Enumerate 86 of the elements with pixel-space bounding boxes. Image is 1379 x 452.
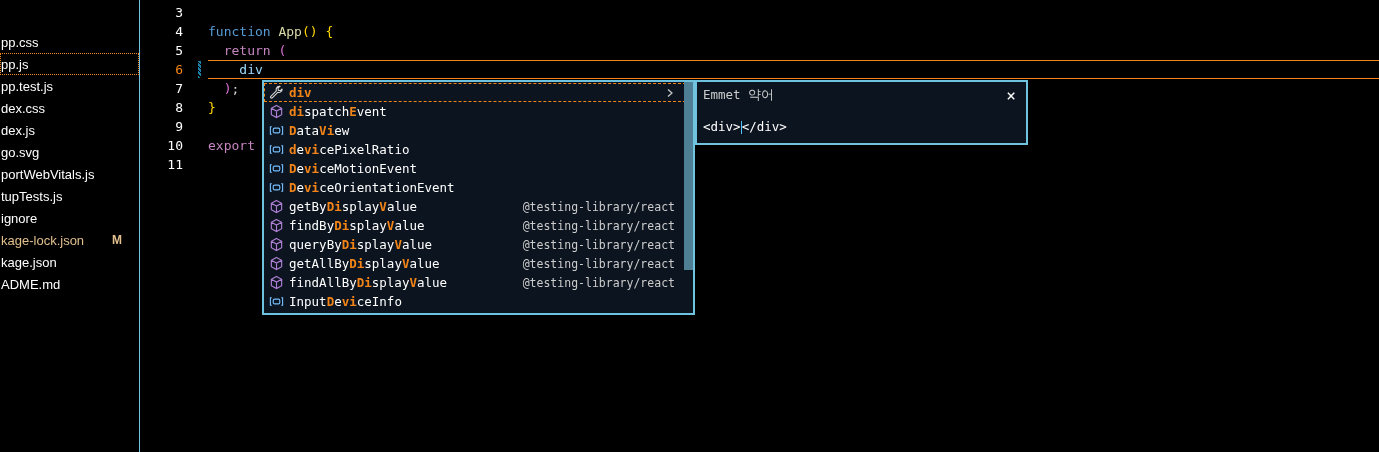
code-line: return ( [222, 43, 287, 58]
suggestion-source: @testing-library/react [522, 275, 675, 290]
cube-icon [269, 104, 284, 119]
suggestion-label: DataView [289, 123, 351, 138]
details-title: Emmet 약어 [703, 87, 775, 104]
file-item[interactable]: go.svg [0, 141, 139, 163]
file-name: ADME.md [1, 276, 61, 292]
file-name: go.svg [1, 144, 40, 160]
suggestion-label: findAllByDisplayValue [289, 275, 449, 290]
file-name: kage.json [1, 254, 57, 270]
line-number: 6 [174, 62, 183, 77]
file-item[interactable]: kage.json [0, 251, 139, 273]
file-item[interactable]: dex.js [0, 119, 139, 141]
file-item[interactable]: pp.js [0, 53, 139, 75]
suggestion-item[interactable]: DeviceMotionEvent [264, 159, 686, 178]
suggestion-item[interactable]: dispatchEvent [264, 102, 686, 121]
suggestion-item[interactable]: DataView [264, 121, 686, 140]
suggestion-label: dispatchEvent [289, 104, 388, 119]
suggestion-source: @testing-library/react [522, 199, 675, 214]
snippet-preview: <div></div> [703, 119, 788, 134]
file-name: pp.css [1, 34, 39, 50]
suggestion-item[interactable]: getAllByDisplayValue @testing-library/react [264, 254, 686, 273]
line-number: 10 [166, 138, 183, 153]
suggestion-item[interactable]: getByDisplayValue @testing-library/react [264, 197, 686, 216]
file-name: pp.test.js [1, 78, 54, 94]
file-item[interactable]: tupTests.js [0, 185, 139, 207]
variable-icon [269, 180, 284, 195]
chevron-right-icon[interactable] [665, 87, 675, 98]
variable-icon [269, 161, 284, 176]
file-item[interactable]: pp.css [0, 31, 139, 53]
suggestion-item[interactable]: DeviceOrientationEvent [264, 178, 686, 197]
suggestion-item[interactable]: InputDeviceInfo [264, 292, 686, 311]
file-item[interactable]: dex.css [0, 97, 139, 119]
variable-icon [269, 123, 284, 138]
suggestion-label: DeviceMotionEvent [289, 161, 418, 176]
suggestion-source: @testing-library/react [522, 237, 675, 252]
line-number: 3 [174, 5, 183, 20]
cube-icon [269, 256, 284, 271]
cube-icon [269, 275, 284, 290]
file-name: pp.js [1, 56, 29, 72]
suggestion-label: getByDisplayValue [289, 199, 418, 214]
file-name: ignore [1, 210, 38, 226]
line-number: 5 [174, 43, 183, 58]
suggestion-label: DeviceOrientationEvent [289, 180, 456, 195]
file-name: portWebVitals.js [1, 166, 95, 182]
file-item[interactable]: ignore [0, 207, 139, 229]
line-number: 4 [174, 24, 183, 39]
suggestion-label: devicePixelRatio [289, 142, 411, 157]
suggestion-item[interactable]: findByDisplayValue @testing-library/react [264, 216, 686, 235]
file-item[interactable]: portWebVitals.js [0, 163, 139, 185]
file-name: tupTests.js [1, 188, 63, 204]
file-name: dex.css [1, 100, 46, 116]
line-number: 11 [166, 157, 183, 172]
suggestion-label: findByDisplayValue [289, 218, 426, 233]
status-letter: M [112, 233, 122, 247]
code-line: export [208, 138, 255, 153]
suggestion-label: getAllByDisplayValue [289, 256, 441, 271]
cube-icon [269, 237, 284, 252]
suggestion-label: div [289, 85, 313, 100]
cube-icon [269, 218, 284, 233]
suggestion-item[interactable]: devicePixelRatio [264, 140, 686, 159]
code-line: function App() { [208, 24, 334, 39]
suggestion-source: @testing-library/react [522, 218, 675, 233]
wrench-icon [269, 85, 284, 100]
line-number: 9 [174, 119, 183, 134]
variable-icon [269, 142, 284, 157]
suggestion-label: queryByDisplayValue [289, 237, 434, 252]
suggestion-label: InputDeviceInfo [289, 294, 403, 309]
suggestion-item[interactable]: queryByDisplayValue @testing-library/react [264, 235, 686, 254]
suggestion-item[interactable]: findAllByDisplayValue @testing-library/react [264, 273, 686, 292]
scrollbar-thumb[interactable] [684, 82, 693, 270]
code-line: } [208, 100, 216, 115]
file-name: kage-lock.json [1, 232, 85, 248]
variable-icon [269, 294, 284, 309]
file-item[interactable]: kage-lock.json M [0, 229, 139, 251]
change-marker-icon [198, 61, 201, 78]
code-line: ); [222, 81, 240, 96]
file-item[interactable]: ADME.md [0, 273, 139, 295]
file-item[interactable]: pp.test.js [0, 75, 139, 97]
suggestion-source: @testing-library/react [522, 256, 675, 271]
close-button[interactable]: × [1002, 86, 1020, 105]
line-number: 8 [174, 100, 183, 115]
cube-icon [269, 199, 284, 214]
file-name: dex.js [1, 122, 35, 138]
line-number: 7 [174, 81, 183, 96]
code-line: div [238, 62, 263, 77]
